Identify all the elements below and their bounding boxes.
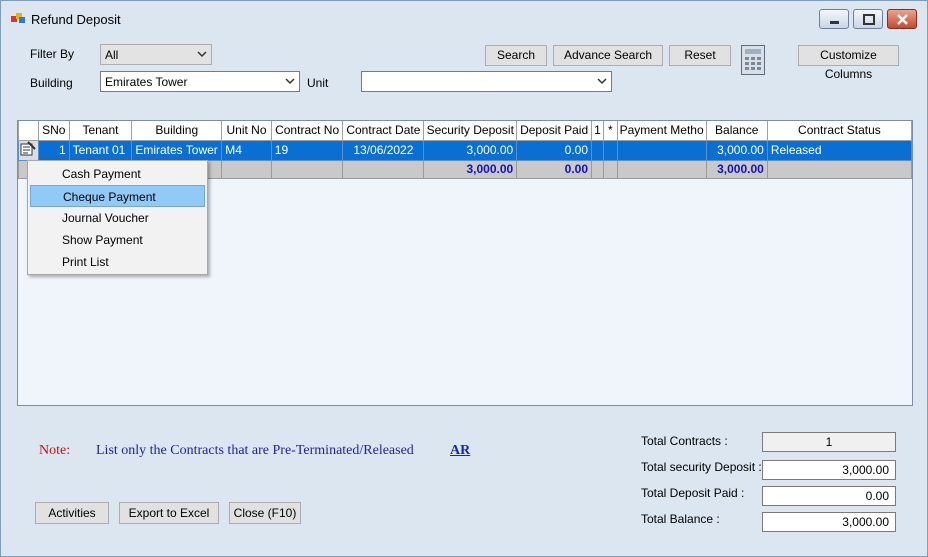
menu-item-cash-payment[interactable]: Cash Payment [30,163,205,185]
chevron-down-icon [285,78,295,85]
title-bar: Refund Deposit [1,1,927,33]
activities-button[interactable]: Activities [35,502,109,524]
cell-contract-status[interactable]: Released [766,139,912,161]
edit-row-icon [20,141,36,155]
cell-sno[interactable]: 1 [37,139,70,161]
close-window-button[interactable] [887,9,917,29]
cell-unit-no[interactable]: M4 [221,139,272,161]
unit-label: Unit [307,76,329,90]
total-cell [221,159,272,179]
filter-by-value: All [105,48,119,62]
total-cell [766,159,912,179]
total-contracts-value: 1 [762,432,896,452]
total-deposit-paid-cell: 0.00 [516,159,593,179]
cell-1[interactable] [591,139,604,161]
total-balance-value: 3,000.00 [762,512,896,532]
total-security-deposit-value: 3,000.00 [762,460,896,480]
total-cell [603,159,618,179]
chevron-down-icon [197,51,207,58]
filter-by-select[interactable]: All [100,44,212,65]
cell-tenant[interactable]: Tenant 01 [68,139,133,161]
table-row[interactable]: 1 Tenant 01 Emirates Tower M4 19 13/06/2… [18,139,912,161]
customize-columns-button[interactable]: Customize Columns [798,45,899,81]
cell-security-deposit[interactable]: 3,000.00 [423,139,518,161]
grid-header-row: SNo Tenant Building Unit No Contract No … [18,121,912,141]
building-select[interactable]: Emirates Tower [100,71,300,92]
ar-link[interactable]: AR [450,443,470,459]
column-header-tenant[interactable]: Tenant [68,121,133,141]
column-header-building[interactable]: Building [131,121,223,141]
cell-balance[interactable]: 3,000.00 [705,139,768,161]
column-header-star[interactable]: * [603,121,618,141]
close-icon [897,14,908,25]
cell-deposit-paid[interactable]: 0.00 [516,139,593,161]
cell-payment-method[interactable] [616,139,707,161]
cell-contract-date[interactable]: 13/06/2022 [342,139,425,161]
total-contracts-label: Total Contracts : [641,434,728,448]
total-cell [616,159,707,179]
column-header-sno[interactable]: SNo [37,121,70,141]
building-label: Building [30,76,73,90]
note-text: List only the Contracts that are Pre-Ter… [96,443,414,458]
column-header-contract-no[interactable]: Contract No [270,121,344,141]
cell-star[interactable] [603,139,618,161]
column-header-balance[interactable]: Balance [705,121,768,141]
total-deposit-paid-label: Total Deposit Paid : [641,486,745,500]
column-header-deposit-paid[interactable]: Deposit Paid [516,121,593,141]
refund-deposit-window: Refund Deposit Filter By All Building Em… [0,0,928,557]
building-value: Emirates Tower [105,75,188,89]
calculator-icon[interactable] [741,45,765,75]
total-balance-label: Total Balance : [641,512,720,526]
context-menu: Cash Payment Cheque Payment Journal Vouc… [27,160,208,275]
window-title: Refund Deposit [31,12,121,27]
minimize-button[interactable] [819,9,849,29]
close-button[interactable]: Close (F10) [229,502,301,524]
total-deposit-paid-value: 0.00 [762,486,896,506]
column-header-1[interactable]: 1 [591,121,604,141]
chevron-down-icon [597,78,607,85]
export-to-excel-button[interactable]: Export to Excel [119,502,219,524]
maximize-button[interactable] [853,9,883,29]
maximize-icon [863,14,875,25]
note-label: Note: [39,443,71,458]
search-button[interactable]: Search [485,45,547,66]
filter-by-label: Filter By [30,47,75,61]
menu-item-journal-voucher[interactable]: Journal Voucher [30,207,205,229]
column-header-security-deposit[interactable]: Security Deposit [423,121,518,141]
total-cell [270,159,344,179]
unit-select[interactable] [361,71,612,92]
app-icon [11,13,25,23]
column-header[interactable] [18,121,39,141]
menu-item-cheque-payment[interactable]: Cheque Payment [30,185,205,207]
total-security-deposit-label: Total security Deposit : [641,460,762,474]
reset-button[interactable]: Reset [669,45,731,66]
cell-contract-no[interactable]: 19 [270,139,344,161]
column-header-payment-method[interactable]: Payment Metho [616,121,707,141]
column-header-contract-date[interactable]: Contract Date [342,121,425,141]
menu-item-show-payment[interactable]: Show Payment [30,229,205,251]
menu-item-print-list[interactable]: Print List [30,251,205,273]
minimize-icon [830,21,839,24]
row-indicator[interactable] [18,139,39,161]
total-cell [342,159,425,179]
total-cell [591,159,604,179]
column-header-contract-status[interactable]: Contract Status [766,121,912,141]
cell-building[interactable]: Emirates Tower [131,139,223,161]
advance-search-button[interactable]: Advance Search [553,45,663,66]
total-balance-cell: 3,000.00 [705,159,768,179]
column-header-unit-no[interactable]: Unit No [221,121,272,141]
total-security-deposit-cell: 3,000.00 [423,159,518,179]
